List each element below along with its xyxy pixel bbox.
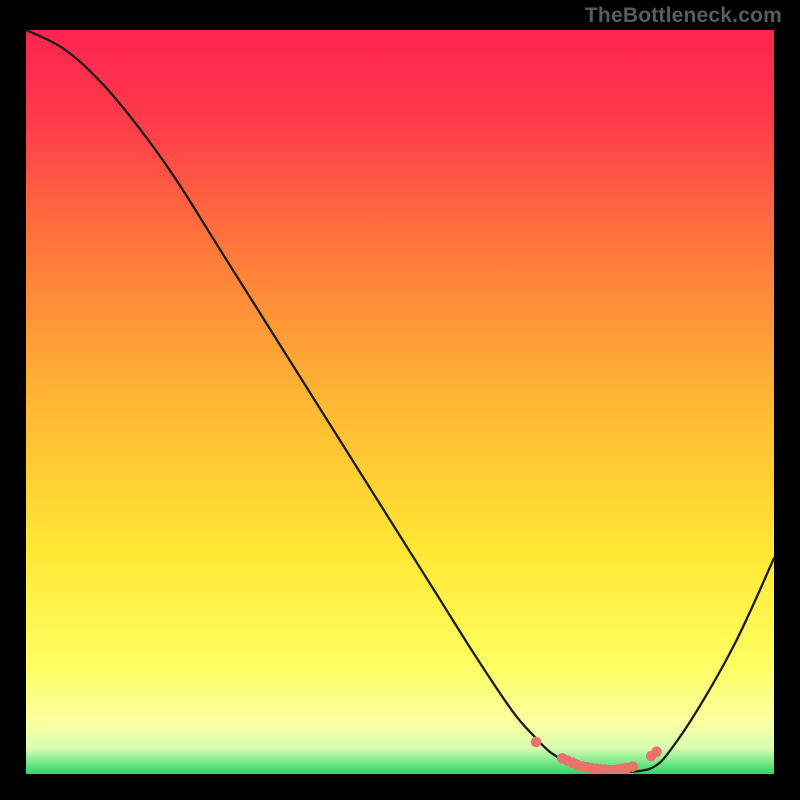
- watermark-text: TheBottleneck.com: [585, 4, 782, 28]
- chart-frame: TheBottleneck.com: [0, 0, 800, 800]
- plot-area: [26, 30, 774, 774]
- optimal-dot: [531, 737, 542, 748]
- optimal-dot: [627, 761, 638, 772]
- heat-background: [26, 30, 774, 774]
- optimal-dot: [651, 746, 662, 757]
- chart-svg: [26, 30, 774, 774]
